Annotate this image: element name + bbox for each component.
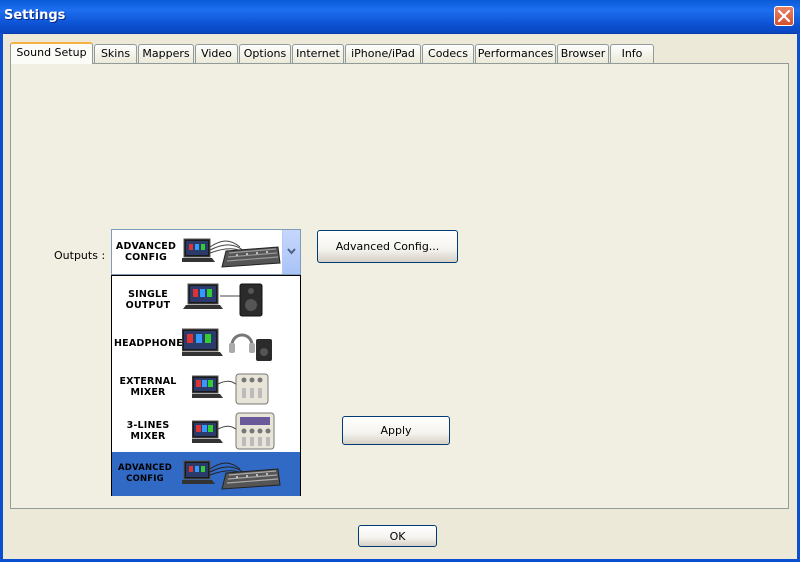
tab-iphone-ipad[interactable]: iPhone/iPad [345,44,421,63]
window-frame-left [0,33,3,562]
combo-selected-label: ADVANCED CONFIG [115,241,177,263]
combo-dropdown-button[interactable] [282,230,300,274]
list-item-3-lines-mixer[interactable]: 3-LINES MIXER [112,408,300,452]
option-label: ADVANCED CONFIG [117,463,173,484]
laptop-3lines-mixer-icon [192,412,275,450]
laptop-advanced-mixer-icon [182,238,281,268]
close-button[interactable] [774,6,794,26]
tab-skins[interactable]: Skins [94,44,137,63]
close-icon [778,10,790,22]
outputs-label: Outputs : [54,249,106,262]
outputs-combobox[interactable]: ADVANCED CONFIG [111,229,301,275]
advanced-config-button[interactable]: Advanced Config... [317,230,458,263]
tab-codecs[interactable]: Codecs [422,44,474,63]
tab-mappers[interactable]: Mappers [138,44,194,63]
outputs-dropdown-list: SINGLE OUTPUT HEADPHONES EXTERNAL MIXER … [111,275,301,496]
window-title: Settings [4,8,66,23]
option-label: EXTERNAL MIXER [119,376,177,398]
list-item-external-mixer[interactable]: EXTERNAL MIXER [112,364,300,408]
laptop-advanced-mixer-icon [182,460,281,490]
tab-browser[interactable]: Browser [557,44,609,63]
laptop-external-mixer-icon [192,373,269,405]
tab-options[interactable]: Options [239,44,291,63]
list-item-advanced-config[interactable]: ADVANCED CONFIG [112,452,300,496]
tab-info[interactable]: Info [610,44,654,63]
option-label: 3-LINES MIXER [126,420,170,442]
tab-video[interactable]: Video [195,44,238,63]
option-label: HEADPHONES [114,338,190,349]
apply-button[interactable]: Apply [342,416,450,445]
option-label: SINGLE OUTPUT [125,289,171,311]
list-item-single-output[interactable]: SINGLE OUTPUT [112,276,300,320]
list-item-headphones[interactable]: HEADPHONES [112,320,300,364]
tab-sound-setup[interactable]: Sound Setup [10,42,93,64]
laptop-speaker-icon [183,283,263,317]
laptop-headphones-icon [182,328,272,361]
ok-button[interactable]: OK [358,525,437,547]
title-bar: Settings [0,0,800,34]
chevron-down-icon [287,248,296,255]
tab-performances[interactable]: Performances [475,44,556,63]
tab-internet[interactable]: Internet [292,44,344,63]
